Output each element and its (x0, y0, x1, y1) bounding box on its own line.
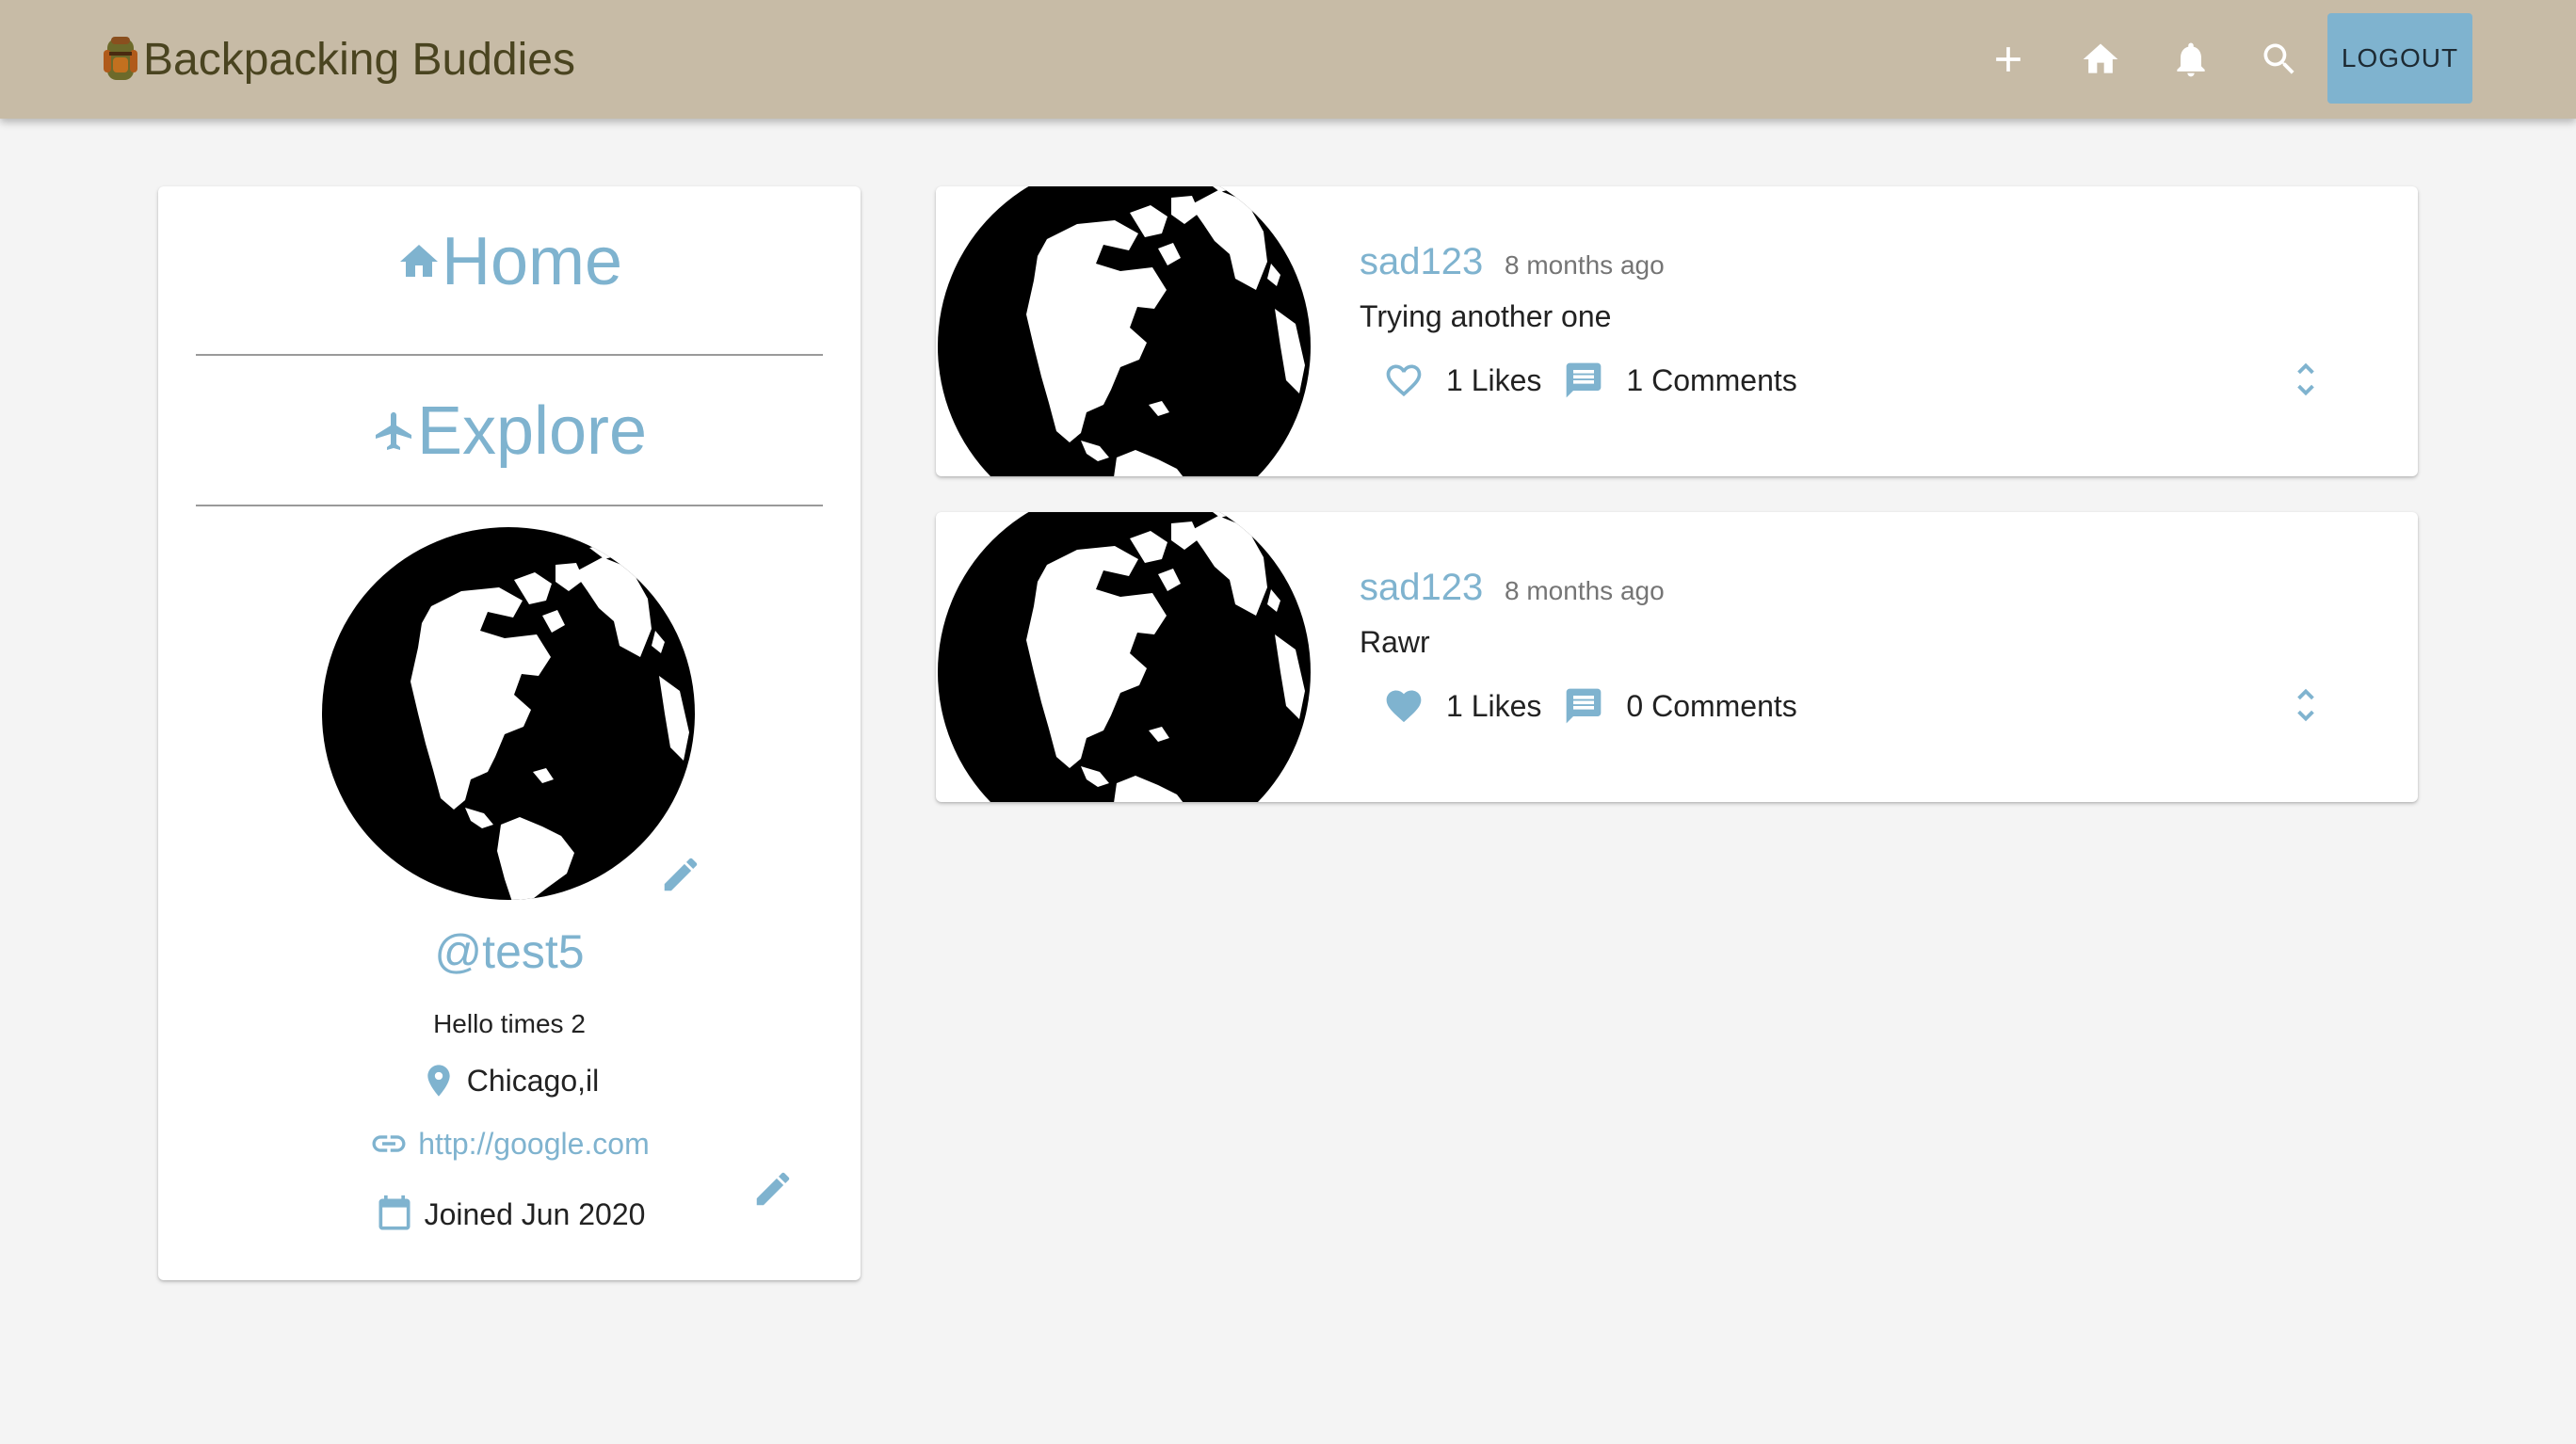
post-actions: 1 Likes 1 Comments (1382, 352, 1818, 409)
post-timestamp: 8 months ago (1505, 250, 1665, 280)
post-avatar (936, 512, 1312, 802)
unfold-more-icon (2297, 688, 2314, 722)
edit-details-button[interactable] (751, 1167, 795, 1211)
expand-post-button[interactable] (2284, 683, 2327, 727)
sidebar-item-home[interactable]: Home (196, 186, 823, 337)
post-body: Trying another one (1360, 299, 1612, 333)
post-timestamp: 8 months ago (1505, 576, 1665, 605)
bell-icon (2177, 42, 2205, 77)
comment-icon (1567, 362, 1602, 398)
post-username[interactable]: sad123 (1360, 567, 1483, 609)
home-icon (2083, 43, 2118, 73)
avatar (320, 525, 697, 902)
notifications-button[interactable] (2167, 36, 2214, 83)
heart-outline-icon (1386, 364, 1422, 397)
sidebar-item-explore[interactable]: Explore (196, 356, 823, 506)
airplane-icon (375, 412, 411, 450)
profile-card: Home Explore @test5 Hello times 2 Chicag… (158, 186, 861, 1280)
comments-count: 0 Comments (1626, 688, 1797, 723)
profile-website: http://google.com (158, 1124, 861, 1163)
search-icon (2263, 43, 2294, 74)
calendar-icon (378, 1195, 411, 1230)
pencil-icon (664, 858, 698, 891)
sidebar-item-label: Home (441, 224, 623, 299)
profile-handle[interactable]: @test5 (158, 924, 861, 979)
edit-avatar-button[interactable] (659, 853, 702, 896)
location-pin-icon (427, 1065, 450, 1097)
comment-icon (1567, 688, 1602, 724)
search-button[interactable] (2256, 36, 2303, 83)
profile-location: Chicago,il (158, 1062, 861, 1099)
likes-count: 1 Likes (1446, 362, 1542, 397)
post-card[interactable]: sad123 8 months ago Rawr 1 Likes 0 Comme… (936, 512, 2418, 802)
comment-button[interactable] (1562, 359, 1605, 402)
link-icon (372, 1135, 406, 1152)
post-avatar (936, 186, 1312, 476)
likes-count: 1 Likes (1446, 688, 1542, 723)
unfold-more-icon (2297, 362, 2314, 396)
brand-link[interactable]: Backpacking Buddies (100, 28, 575, 90)
post-username[interactable]: sad123 (1360, 241, 1483, 283)
sidebar-item-label: Explore (416, 393, 648, 469)
comments-count: 1 Comments (1626, 362, 1797, 397)
add-post-button[interactable] (1985, 36, 2032, 83)
expand-post-button[interactable] (2284, 358, 2327, 401)
pencil-icon (756, 1172, 790, 1206)
post-card[interactable]: sad123 8 months ago Trying another one 1… (936, 186, 2418, 476)
logout-button[interactable]: LOGOUT (2327, 13, 2472, 104)
profile-bio: Hello times 2 (433, 1009, 586, 1038)
backpack-icon (104, 37, 137, 80)
add-icon (1996, 47, 2021, 72)
location-text: Chicago,il (466, 1063, 600, 1098)
post-body: Rawr (1360, 625, 1430, 659)
like-button[interactable] (1382, 359, 1425, 402)
post-actions: 1 Likes 0 Comments (1382, 678, 1818, 734)
comment-button[interactable] (1562, 684, 1605, 728)
home-icon (399, 245, 438, 277)
app-bar: Backpacking Buddies LOGOUT (0, 0, 2576, 119)
app-title: Backpacking Buddies (143, 34, 575, 85)
like-button[interactable] (1382, 684, 1425, 728)
home-button[interactable] (2077, 36, 2124, 83)
joined-text: Joined Jun 2020 (424, 1196, 646, 1231)
heart-filled-icon (1386, 690, 1422, 723)
divider (196, 505, 823, 506)
website-link[interactable]: http://google.com (418, 1127, 649, 1162)
